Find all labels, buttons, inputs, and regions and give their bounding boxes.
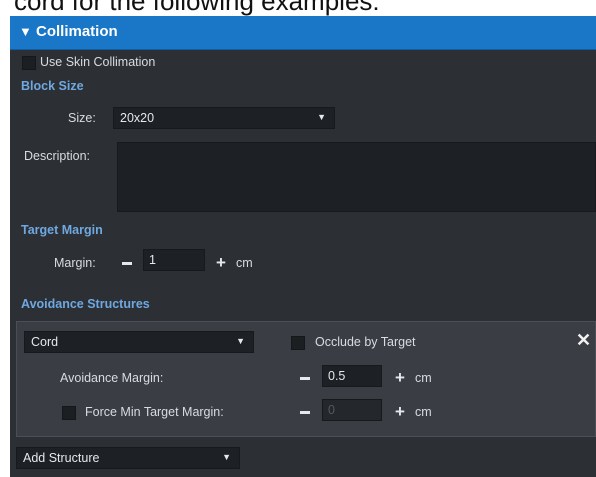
collapse-triangle-icon[interactable]: ▼ (19, 24, 32, 39)
occlude-by-target-label: Occlude by Target (315, 335, 416, 349)
avoidance-margin-increment-button[interactable]: + (395, 369, 405, 386)
add-structure-select[interactable]: Add Structure ▼ (16, 447, 240, 469)
force-min-decrement-button[interactable] (300, 411, 310, 414)
force-min-target-margin-checkbox[interactable] (62, 406, 76, 420)
force-min-target-margin-label: Force Min Target Margin: (85, 405, 224, 419)
margin-increment-button[interactable]: + (216, 254, 226, 271)
avoidance-margin-decrement-button[interactable] (300, 377, 310, 380)
avoidance-margin-label: Avoidance Margin: (60, 371, 164, 385)
force-min-input[interactable]: 0 (322, 399, 382, 421)
target-margin-heading: Target Margin (21, 223, 103, 237)
size-label: Size: (68, 111, 96, 125)
top-caption-text: cord for the following examples: (14, 0, 380, 16)
collimation-header[interactable]: ▼ Collimation (10, 16, 596, 50)
size-select[interactable]: 20x20 ▼ (113, 107, 335, 129)
use-skin-collimation-label: Use Skin Collimation (40, 55, 156, 69)
avoidance-structure-item: Cord ▼ Occlude by Target ✕ Avoidance Mar… (16, 321, 596, 437)
chevron-down-icon: ▼ (317, 112, 326, 122)
occlude-by-target-checkbox[interactable] (291, 336, 305, 350)
chevron-down-icon: ▼ (222, 452, 231, 462)
avoidance-margin-unit: cm (415, 371, 432, 385)
avoidance-structures-heading: Avoidance Structures (21, 297, 150, 311)
size-select-value: 20x20 (120, 111, 155, 125)
chevron-down-icon: ▼ (236, 336, 245, 346)
margin-decrement-button[interactable] (122, 262, 132, 265)
structure-select[interactable]: Cord ▼ (24, 331, 254, 353)
structure-select-value: Cord (31, 335, 59, 349)
description-label: Description: (24, 149, 90, 163)
force-min-unit: cm (415, 405, 432, 419)
collimation-panel: ▼ Collimation Use Skin Collimation Block… (10, 16, 596, 477)
remove-structure-close-icon[interactable]: ✕ (576, 330, 591, 351)
add-structure-label: Add Structure (23, 451, 100, 465)
block-size-heading: Block Size (21, 79, 84, 93)
use-skin-collimation-checkbox[interactable] (22, 56, 36, 70)
margin-label: Margin: (54, 256, 96, 270)
force-min-increment-button[interactable]: + (395, 403, 405, 420)
description-textarea[interactable] (117, 142, 596, 212)
margin-unit: cm (236, 256, 253, 270)
collimation-title: Collimation (36, 23, 118, 40)
margin-input[interactable]: 1 (143, 249, 205, 271)
avoidance-margin-input[interactable]: 0.5 (322, 365, 382, 387)
